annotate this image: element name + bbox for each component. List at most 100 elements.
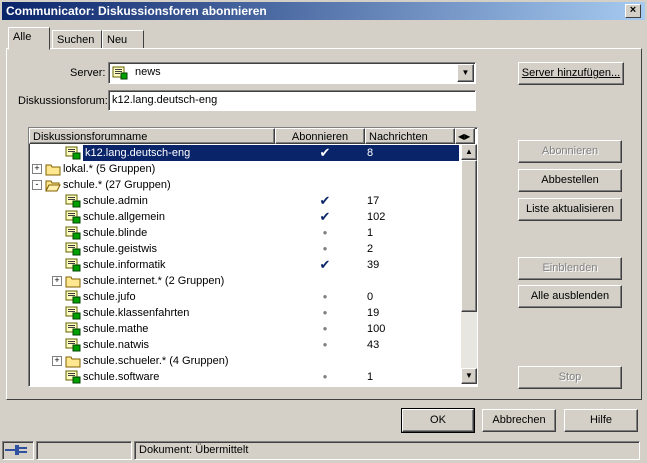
forum-row[interactable]: schule.mathe ● 100 <box>29 321 459 337</box>
folder-icon <box>45 178 61 192</box>
unsubscribed-dot-icon[interactable]: ● <box>315 337 335 353</box>
forum-name: schule.geistwis <box>83 243 157 255</box>
subscribe-button[interactable]: Abonnieren <box>518 140 622 163</box>
forum-row[interactable]: schule.software ● 1 <box>29 369 459 385</box>
message-count: 43 <box>367 339 380 351</box>
scroll-down-button[interactable]: ▼ <box>461 368 477 384</box>
add-server-button[interactable]: Server hinzufügen... <box>518 62 624 85</box>
forum-row[interactable]: schule.klassenfahrten ● 19 <box>29 305 459 321</box>
message-count: 0 <box>367 291 374 303</box>
unsubscribed-dot-icon[interactable]: ● <box>315 321 335 337</box>
subscribed-check-icon[interactable]: ✔ <box>315 193 335 209</box>
forum-row[interactable]: schule.jufo ● 0 <box>29 289 459 305</box>
server-value: news <box>135 66 161 78</box>
forum-row[interactable]: schule.allgemein ✔ 102 <box>29 209 459 225</box>
help-button[interactable]: Hilfe <box>564 409 638 432</box>
forum-name: schule.blinde <box>83 227 148 239</box>
forum-row[interactable]: schule.geistwis ● 2 <box>29 241 459 257</box>
dialog-window: Communicator: Diskussionsforen abonniere… <box>0 0 647 462</box>
tab-suchen[interactable]: Suchen <box>52 30 102 50</box>
newsgroup-icon <box>65 146 81 160</box>
column-scroll-arrows[interactable]: ◀▶ <box>455 128 475 144</box>
scroll-thumb[interactable] <box>461 160 477 312</box>
forum-name: schule.jufo <box>83 291 136 303</box>
forum-name: schule.mathe <box>83 323 149 335</box>
forum-row[interactable]: schule.natwis ● 43 <box>29 337 459 353</box>
newsgroup-icon <box>65 306 81 320</box>
forum-name: schule.* (27 Gruppen) <box>63 179 171 191</box>
close-button[interactable]: × <box>625 4 641 18</box>
newsgroup-icon <box>65 210 81 224</box>
forum-name: schule.schueler.* (4 Gruppen) <box>83 355 229 367</box>
forum-name: schule.natwis <box>83 339 150 351</box>
subscribed-check-icon[interactable]: ✔ <box>315 209 335 225</box>
message-count: 17 <box>367 195 380 207</box>
server-select[interactable]: news ▼ <box>108 62 476 84</box>
newsgroup-icon <box>65 290 81 304</box>
newsgroup-icon <box>65 258 81 272</box>
tab-alle[interactable]: Alle <box>8 27 50 50</box>
unsubscribed-dot-icon[interactable]: ● <box>315 369 335 385</box>
expand-button[interactable]: Einblenden <box>518 257 622 280</box>
news-server-icon <box>112 65 128 80</box>
progress-area <box>36 441 132 460</box>
unsubscribed-dot-icon[interactable]: ● <box>315 305 335 321</box>
folder-icon <box>65 274 81 288</box>
tab-neu[interactable]: Neu <box>102 30 144 50</box>
forum-row[interactable]: schule.informatik ✔ 39 <box>29 257 459 273</box>
expand-icon[interactable]: + <box>32 164 42 174</box>
message-count: 1 <box>367 371 374 383</box>
forum-label: Diskussionsforum: <box>18 95 108 107</box>
newsgroup-icon <box>65 194 81 208</box>
collapse-icon[interactable]: - <box>32 180 42 190</box>
stop-button[interactable]: Stop <box>518 366 622 389</box>
forum-input-value: k12.lang.deutsch-eng <box>112 94 218 106</box>
cancel-button[interactable]: Abbrechen <box>482 409 556 432</box>
newsgroup-icon <box>65 322 81 336</box>
forum-name: schule.admin <box>83 195 148 207</box>
forum-name: schule.internet.* (2 Gruppen) <box>83 275 225 287</box>
message-count: 19 <box>367 307 380 319</box>
refresh-list-button[interactable]: Liste aktualisieren <box>518 198 622 221</box>
subscribed-check-icon[interactable]: ✔ <box>315 145 335 161</box>
chevron-down-icon[interactable]: ▼ <box>457 64 474 82</box>
forum-row[interactable]: + schule.internet.* (2 Gruppen) <box>29 273 459 289</box>
unsubscribed-dot-icon[interactable]: ● <box>315 241 335 257</box>
unsubscribed-dot-icon[interactable]: ● <box>315 289 335 305</box>
status-text: Dokument: Übermittelt <box>134 441 640 460</box>
server-label: Server: <box>70 67 106 79</box>
message-count: 102 <box>367 211 386 223</box>
subscribed-check-icon[interactable]: ✔ <box>315 257 335 273</box>
forum-name: schule.informatik <box>83 259 166 271</box>
forum-row[interactable]: - schule.* (27 Gruppen) <box>29 177 459 193</box>
forum-row[interactable]: k12.lang.deutsch-eng ✔ 8 <box>29 145 459 161</box>
forum-row[interactable]: schule.blinde ● 1 <box>29 225 459 241</box>
expand-icon[interactable]: + <box>52 276 62 286</box>
column-header-messages[interactable]: Nachrichten <box>365 128 455 144</box>
newsgroup-icon <box>65 370 81 384</box>
newsgroup-icon <box>65 338 81 352</box>
message-count: 39 <box>367 259 380 271</box>
ok-button[interactable]: OK <box>401 408 475 433</box>
forum-row[interactable]: + lokal.* (5 Gruppen) <box>29 161 459 177</box>
newsgroup-icon <box>65 226 81 240</box>
forum-name: k12.lang.deutsch-eng <box>83 145 193 161</box>
forum-input[interactable]: k12.lang.deutsch-eng <box>108 90 476 111</box>
title-bar: Communicator: Diskussionsforen abonniere… <box>2 2 645 20</box>
scroll-up-button[interactable]: ▲ <box>461 144 477 160</box>
expand-icon[interactable]: + <box>52 356 62 366</box>
collapse-all-button[interactable]: Alle ausblenden <box>518 285 622 308</box>
message-count: 8 <box>367 147 374 159</box>
forum-list[interactable]: Diskussionsforumname Abonnieren Nachrich… <box>28 127 478 387</box>
unsubscribe-button[interactable]: Abbestellen <box>518 169 622 192</box>
forum-row[interactable]: schule.admin ✔ 17 <box>29 193 459 209</box>
unsubscribed-dot-icon[interactable]: ● <box>315 225 335 241</box>
message-count: 2 <box>367 243 374 255</box>
newsgroup-icon <box>65 242 81 256</box>
column-header-subscribe[interactable]: Abonnieren <box>275 128 365 144</box>
forum-row[interactable]: + schule.schueler.* (4 Gruppen) <box>29 353 459 369</box>
list-scrollbar[interactable]: ▲ ▼ <box>461 144 477 384</box>
column-header-name[interactable]: Diskussionsforumname <box>29 128 275 144</box>
forum-name: schule.software <box>83 371 160 383</box>
message-count: 1 <box>367 227 374 239</box>
